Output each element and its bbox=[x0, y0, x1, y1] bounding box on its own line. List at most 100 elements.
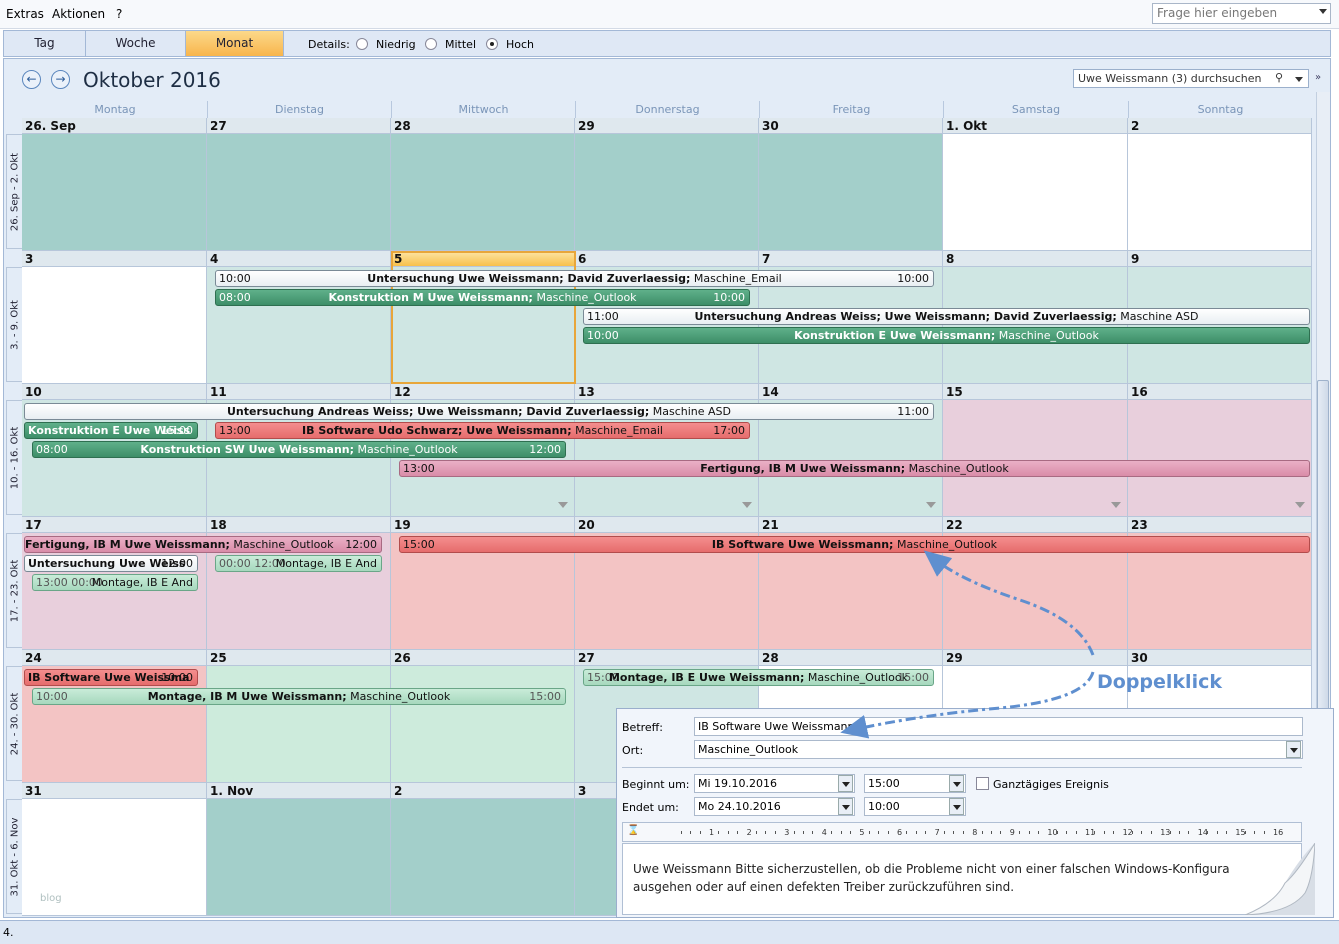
search-icon[interactable]: ⚲ bbox=[1275, 71, 1283, 84]
day-number[interactable]: 23 bbox=[1128, 517, 1312, 533]
chevron-down-icon[interactable] bbox=[838, 775, 853, 792]
day-cell[interactable] bbox=[943, 118, 1128, 251]
radio-mittel[interactable] bbox=[425, 38, 437, 50]
day-number[interactable]: 28 bbox=[391, 118, 575, 134]
day-number[interactable]: 9 bbox=[1128, 251, 1312, 267]
day-number[interactable]: 31 bbox=[22, 783, 207, 799]
calendar-search-input[interactable]: Uwe Weissmann (3) durchsuchen bbox=[1073, 69, 1309, 88]
betreff-field[interactable]: IB Software Uwe Weissmann bbox=[694, 717, 1303, 736]
day-cell[interactable] bbox=[207, 650, 391, 783]
beginnt-time-field[interactable]: 15:00 bbox=[864, 774, 966, 793]
menu-aktionen[interactable]: Aktionen bbox=[52, 7, 105, 21]
day-number[interactable]: 29 bbox=[943, 650, 1128, 666]
chevron-down-icon[interactable] bbox=[949, 798, 964, 815]
day-number[interactable]: 1. Nov bbox=[207, 783, 391, 799]
calendar-event[interactable]: Untersuchung Andreas Weiss; Uwe Weissman… bbox=[24, 403, 934, 420]
calendar-event[interactable]: 10:00 Konstruktion E Uwe Weissmann; Masch… bbox=[583, 327, 1310, 344]
day-cell[interactable] bbox=[1128, 118, 1312, 251]
day-number[interactable]: 27 bbox=[575, 650, 759, 666]
day-cell[interactable] bbox=[22, 251, 207, 384]
collapse-icon[interactable]: » bbox=[1315, 72, 1321, 83]
day-number[interactable]: 6 bbox=[575, 251, 759, 267]
day-number[interactable]: 22 bbox=[943, 517, 1128, 533]
day-number[interactable]: 18 bbox=[207, 517, 391, 533]
day-number[interactable]: 3 bbox=[22, 251, 207, 267]
calendar-event[interactable]: Untersuchung Uwe Weiss 12:00 bbox=[24, 555, 198, 572]
more-items-arrow-icon[interactable] bbox=[926, 502, 936, 508]
day-number[interactable]: 30 bbox=[1128, 650, 1312, 666]
calendar-event[interactable]: IB Software Uwe Weissma 10:00 bbox=[24, 669, 198, 686]
chevron-down-icon[interactable] bbox=[949, 775, 964, 792]
day-number[interactable]: 17 bbox=[22, 517, 207, 533]
beginnt-date-field[interactable]: Mi 19.10.2016 bbox=[694, 774, 855, 793]
day-cell[interactable] bbox=[207, 118, 391, 251]
day-number[interactable]: 7 bbox=[759, 251, 943, 267]
day-cell[interactable] bbox=[943, 384, 1128, 517]
more-items-arrow-icon[interactable] bbox=[558, 502, 568, 508]
notes-editor[interactable]: Uwe Weissmann Bitte sicherzustellen, ob … bbox=[622, 843, 1302, 915]
day-number[interactable]: 28 bbox=[759, 650, 943, 666]
radio-niedrig[interactable] bbox=[356, 38, 368, 50]
day-cell[interactable] bbox=[22, 118, 207, 251]
day-number[interactable]: 30 bbox=[759, 118, 943, 134]
day-number[interactable]: 16 bbox=[1128, 384, 1312, 400]
day-cell[interactable] bbox=[391, 650, 575, 783]
calendar-event[interactable]: 13:00 00:00 Montage, IB E And bbox=[32, 574, 198, 591]
chevron-down-icon[interactable] bbox=[1286, 741, 1301, 758]
day-number[interactable]: 10 bbox=[22, 384, 207, 400]
tab-woche[interactable]: Woche bbox=[86, 31, 186, 56]
calendar-event[interactable]: Konstruktion E Uwe Weiss 15:00 bbox=[24, 422, 198, 439]
calendar-event[interactable]: 11:00 Untersuchung Andreas Weiss; Uwe Wei… bbox=[583, 308, 1310, 325]
more-items-arrow-icon[interactable] bbox=[742, 502, 752, 508]
calendar-event[interactable]: 15:00 Montage, IB E Uwe Weissmann; Maschi… bbox=[583, 669, 934, 686]
day-number[interactable]: 26 bbox=[391, 650, 575, 666]
help-search-input[interactable]: Frage hier eingeben bbox=[1152, 3, 1331, 24]
more-items-arrow-icon[interactable] bbox=[1295, 502, 1305, 508]
day-number[interactable]: 2 bbox=[1128, 118, 1312, 134]
day-number[interactable]: 1. Okt bbox=[943, 118, 1128, 134]
day-cell[interactable] bbox=[391, 118, 575, 251]
day-number[interactable]: 14 bbox=[759, 384, 943, 400]
day-number[interactable]: 26. Sep bbox=[22, 118, 207, 134]
day-number[interactable]: 5 bbox=[391, 251, 575, 267]
ruler[interactable]: ⌛ 1 2 3 4 5 6 7 8 9 10 11 12 13 14 15 16 bbox=[622, 822, 1302, 842]
calendar-event[interactable]: 00:00 12:00 Montage, IB E And bbox=[215, 555, 382, 572]
chevron-down-icon[interactable] bbox=[1319, 9, 1327, 14]
tab-stop-icon[interactable]: ⌛ bbox=[627, 825, 639, 836]
calendar-event[interactable]: Fertigung, IB M Uwe Weissmann; Maschine_… bbox=[24, 536, 382, 553]
endet-time-field[interactable]: 10:00 bbox=[864, 797, 966, 816]
day-cell[interactable] bbox=[759, 118, 943, 251]
ganztaegig-checkbox[interactable] bbox=[976, 777, 989, 790]
day-number[interactable]: 25 bbox=[207, 650, 391, 666]
tab-monat[interactable]: Monat bbox=[186, 31, 284, 56]
day-number[interactable]: 29 bbox=[575, 118, 759, 134]
calendar-event[interactable]: 13:00 Fertigung, IB M Uwe Weissmann; Masc… bbox=[399, 460, 1310, 477]
calendar-event[interactable]: 08:00 Konstruktion M Uwe Weissmann; Masch… bbox=[215, 289, 750, 306]
calendar-event[interactable]: 15:00 IB Software Uwe Weissmann; Maschine… bbox=[399, 536, 1310, 553]
day-number[interactable]: 24 bbox=[22, 650, 207, 666]
day-number[interactable]: 4 bbox=[207, 251, 391, 267]
day-number[interactable]: 12 bbox=[391, 384, 575, 400]
endet-date-field[interactable]: Mo 24.10.2016 bbox=[694, 797, 855, 816]
ort-field[interactable]: Maschine_Outlook bbox=[694, 740, 1303, 759]
day-number[interactable]: 2 bbox=[391, 783, 575, 799]
more-items-arrow-icon[interactable] bbox=[1111, 502, 1121, 508]
day-cell[interactable] bbox=[1128, 384, 1312, 517]
day-number[interactable]: 13 bbox=[575, 384, 759, 400]
day-number[interactable]: 11 bbox=[207, 384, 391, 400]
day-number[interactable]: 15 bbox=[943, 384, 1128, 400]
radio-hoch[interactable] bbox=[486, 38, 498, 50]
menu-help[interactable]: ? bbox=[116, 7, 122, 21]
calendar-event[interactable]: 13:00 IB Software Udo Schwarz; Uwe Weissm… bbox=[215, 422, 750, 439]
day-cell[interactable] bbox=[575, 118, 759, 251]
back-arrow-icon[interactable]: ← bbox=[22, 70, 41, 89]
calendar-event[interactable]: 08:00 Konstruktion SW Uwe Weissmann; Masc… bbox=[32, 441, 566, 458]
day-number[interactable]: 8 bbox=[943, 251, 1128, 267]
day-cell[interactable] bbox=[207, 783, 391, 916]
day-number[interactable]: 27 bbox=[207, 118, 391, 134]
tab-tag[interactable]: Tag bbox=[4, 31, 86, 56]
menu-extras[interactable]: Extras bbox=[6, 7, 44, 21]
forward-arrow-icon[interactable]: → bbox=[51, 70, 70, 89]
day-number[interactable]: 19 bbox=[391, 517, 575, 533]
day-cell[interactable] bbox=[391, 783, 575, 916]
